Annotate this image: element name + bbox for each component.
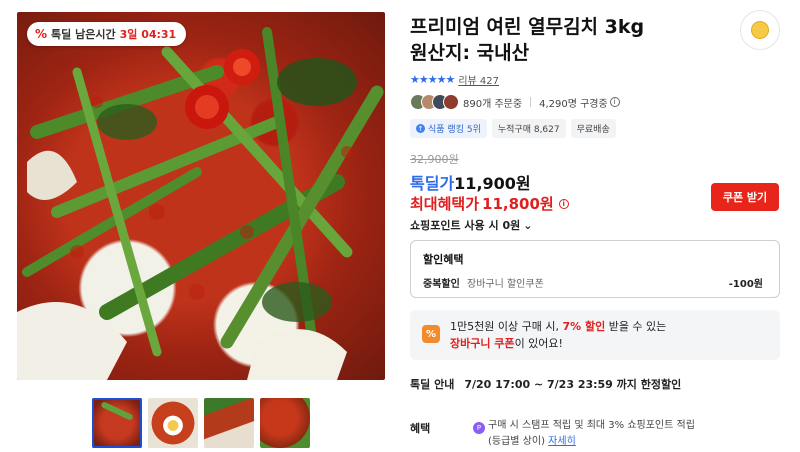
tag-free-shipping: 무료배송 (570, 119, 616, 138)
promo-text-1: 1만5천원 이상 구매 시, (450, 320, 563, 333)
product-main-image[interactable] (17, 12, 385, 380)
benefit-text: P 구매 시 스탬프 적립 및 최대 3% 쇼핑포인트 적립 (등급별 상이) 자… (473, 418, 695, 450)
promo-highlight-1: 7% 할인 (562, 320, 606, 333)
info-icon[interactable]: i (558, 198, 569, 209)
benefit-label: 혜택 (410, 422, 431, 435)
discount-row: 중복할인 장바구니 할인쿠폰 -100원 (423, 275, 767, 290)
tag-rank-label: 식품 랭킹 5위 (428, 125, 481, 135)
discount-row-sub: 장바구니 할인쿠폰 (467, 279, 544, 290)
rating-row: ★★★★★ 리뷰 427 (410, 72, 499, 87)
deal-price: 톡딜가11,900원 (410, 170, 531, 194)
coin-icon (751, 21, 769, 39)
review-link[interactable]: 리뷰 427 (458, 72, 499, 87)
point-coin-icon: P (473, 422, 485, 434)
tag-shipping-label: 무료배송 (576, 125, 610, 135)
viewer-count: 4,290명 구경중 (539, 98, 608, 110)
deal-price-label: 톡딜가 (410, 174, 455, 193)
benefit-details-link[interactable]: 자세히 (548, 436, 576, 447)
points-usage[interactable]: 쇼핑포인트 사용 시 0원 ⌄ (410, 217, 532, 233)
chevron-down-icon: ⌄ (523, 218, 533, 232)
buyer-avatars (410, 94, 459, 110)
thumbnail-3[interactable] (204, 398, 254, 448)
deal-timer-badge: % 톡딜 남은시간 3일 04:31 (27, 22, 187, 46)
deal-info-period: 7/20 17:00 ~ 7/23 23:59 까지 한정할인 (464, 378, 682, 391)
tag-cumulative-label: 누적구매 8,627 (497, 125, 560, 135)
promo-text-3: 이 있어요! (514, 337, 563, 350)
kimchi-photo (17, 27, 384, 380)
avatar (443, 94, 459, 110)
product-title: 프리미엄 여린 열무김치 3kg 원산지: 국내산 (410, 14, 710, 66)
star-rating-icon: ★★★★★ (410, 73, 455, 86)
deal-info-label: 톡딜 안내 (410, 378, 455, 391)
max-price-value: 11,800원 (482, 195, 554, 213)
promo-highlight-2: 장바구니 쿠폰 (450, 337, 515, 350)
product-title-line1: 프리미엄 여린 열무김치 3kg (410, 16, 645, 38)
discount-tag-icon: % (422, 325, 440, 343)
order-count: 890개 주문중 (463, 98, 523, 110)
original-price: 32,900원 (410, 153, 459, 166)
deal-info: 톡딜 안내 7/20 17:00 ~ 7/23 23:59 까지 한정할인 (410, 376, 681, 392)
discount-box: 할인혜택 중복할인 장바구니 할인쿠폰 -100원 (410, 240, 780, 298)
ranking-icon: ↑ (416, 124, 425, 133)
coin-button[interactable] (740, 10, 780, 50)
tag-food-ranking[interactable]: ↑ 식품 랭킹 5위 (410, 119, 487, 138)
thumbnail-4[interactable] (260, 398, 310, 448)
tag-cumulative-purchases: 누적구매 8,627 (491, 119, 566, 138)
product-title-line2: 원산지: 국내산 (410, 42, 530, 64)
deal-price-value: 11,900원 (454, 174, 531, 193)
benefit-line2: (등급별 상이) (488, 436, 545, 447)
timer-prefix: 톡딜 남은시간 (51, 28, 116, 41)
thumbnail-1[interactable] (92, 398, 142, 448)
thumbnail-2[interactable] (148, 398, 198, 448)
thumbnail-strip (92, 398, 310, 448)
get-coupon-button[interactable]: 쿠폰 받기 (711, 183, 779, 211)
points-label: 쇼핑포인트 사용 시 0원 (410, 219, 521, 232)
discount-row-title: 중복할인 (423, 279, 460, 290)
divider (530, 97, 532, 107)
buyer-activity: 890개 주문중 4,290명 구경중 i (410, 94, 620, 110)
promo-text-2: 받을 수 있는 (605, 320, 667, 333)
cart-coupon-promo[interactable]: % 1만5천원 이상 구매 시, 7% 할인 받을 수 있는 장바구니 쿠폰이 … (410, 310, 780, 360)
discount-row-amount: -100원 (728, 279, 763, 290)
discount-heading: 할인혜택 (423, 253, 464, 266)
timer-remaining: 3일 04:31 (119, 28, 177, 41)
product-tags: ↑ 식품 랭킹 5위 누적구매 8,627 무료배송 (410, 119, 616, 138)
benefit-line1: 구매 시 스탬프 적립 및 최대 3% 쇼핑포인트 적립 (488, 420, 695, 431)
max-price-label: 최대혜택가 (410, 195, 480, 213)
percent-icon: % (35, 27, 48, 41)
info-icon[interactable]: i (609, 97, 620, 107)
max-benefit-price: 최대혜택가 11,800원 i (410, 193, 569, 214)
